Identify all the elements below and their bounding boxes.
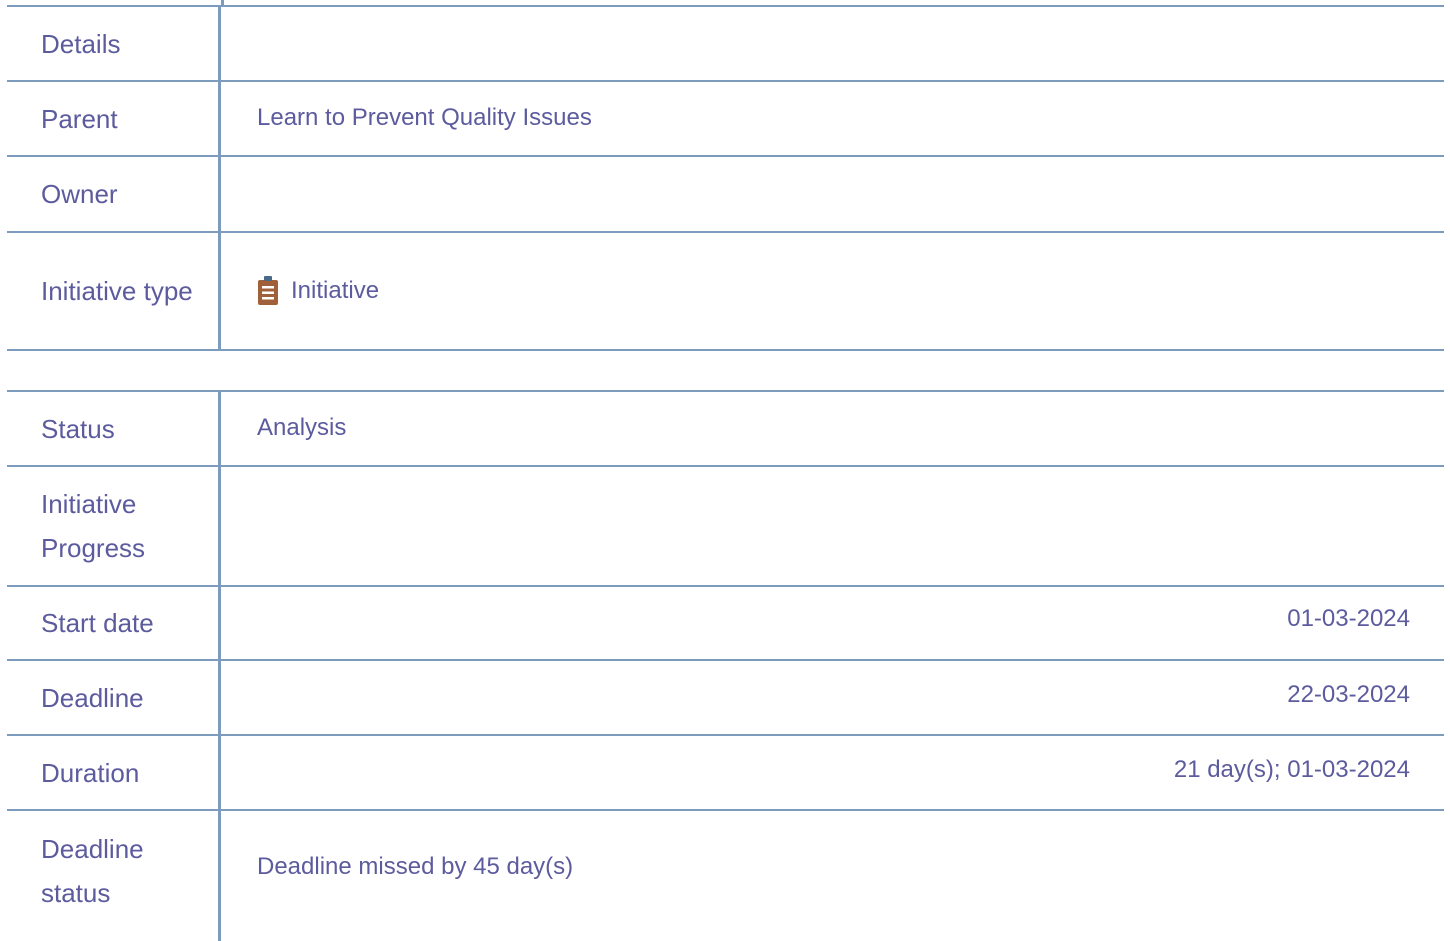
value-details <box>221 7 1444 80</box>
row-initiative-progress: Initiative Progress <box>7 467 1444 587</box>
deadline-text: 22-03-2024 <box>1287 681 1410 708</box>
row-start-date: Start date 01-03-2024 <box>7 587 1444 661</box>
label-details: Details <box>7 7 221 80</box>
row-status: Status Analysis <box>7 390 1444 467</box>
status-table: Status Analysis Initiative Progress Star… <box>7 390 1444 941</box>
row-deadline: Deadline 22-03-2024 <box>7 661 1444 736</box>
label-deadline-status: Deadline status <box>7 811 221 941</box>
value-status: Analysis <box>221 392 1444 465</box>
label-status: Status <box>7 392 221 465</box>
parent-link[interactable]: Learn to Prevent Quality Issues <box>257 102 592 134</box>
value-duration: 21 day(s); 01-03-2024 <box>221 736 1444 809</box>
value-deadline-status: Deadline missed by 45 day(s) <box>221 811 1444 941</box>
initiative-type-text: Initiative <box>291 277 380 304</box>
row-duration: Duration 21 day(s); 01-03-2024 <box>7 736 1444 811</box>
value-parent[interactable]: Learn to Prevent Quality Issues <box>221 82 1444 155</box>
label-initiative-type: Initiative type <box>7 233 221 349</box>
row-details: Details <box>7 5 1444 82</box>
row-deadline-status: Deadline status Deadline missed by 45 da… <box>7 811 1444 941</box>
status-text: Analysis <box>257 414 347 441</box>
value-deadline: 22-03-2024 <box>221 661 1444 734</box>
label-initiative-progress: Initiative Progress <box>7 467 221 585</box>
top-divider-stub <box>221 0 224 6</box>
row-owner: Owner <box>7 157 1444 233</box>
label-duration: Duration <box>7 736 221 809</box>
value-initiative-progress <box>221 467 1444 585</box>
deadline-status-text: Deadline missed by 45 day(s) <box>257 853 574 880</box>
label-parent: Parent <box>7 82 221 155</box>
row-parent: Parent Learn to Prevent Quality Issues <box>7 82 1444 157</box>
start-date-text: 01-03-2024 <box>1287 605 1410 632</box>
label-deadline: Deadline <box>7 661 221 734</box>
clipboard-icon <box>257 276 279 306</box>
value-start-date: 01-03-2024 <box>221 587 1444 659</box>
value-initiative-type: Initiative <box>221 233 1444 349</box>
row-initiative-type: Initiative type Initiative <box>7 233 1444 351</box>
value-owner <box>221 157 1444 231</box>
duration-text: 21 day(s); 01-03-2024 <box>1173 756 1410 783</box>
label-start-date: Start date <box>7 587 221 659</box>
label-owner: Owner <box>7 157 221 231</box>
details-table: Details Parent Learn to Prevent Quality … <box>7 5 1444 351</box>
